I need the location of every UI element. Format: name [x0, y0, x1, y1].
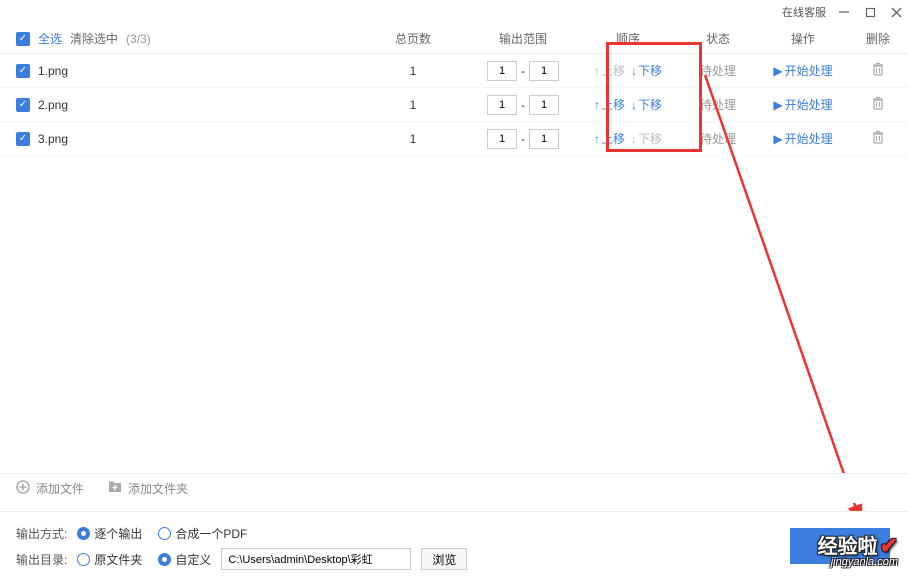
add-file-button[interactable]: 添加文件 — [16, 480, 84, 497]
move-down-button[interactable]: 下移 — [631, 96, 662, 113]
del-cell — [848, 96, 908, 113]
start-button[interactable]: ▶开始处理 — [773, 130, 832, 147]
status-value: 待处理 — [678, 130, 758, 147]
arrow-up-icon — [594, 98, 600, 112]
table-row: 2.png 1-上移下移待处理 ▶开始处理 — [0, 88, 908, 122]
dir-custom-label: 自定义 — [175, 551, 211, 568]
row-checkbox[interactable] — [16, 98, 30, 112]
file-name: 1.png — [38, 64, 68, 78]
range-cell: - — [468, 129, 578, 149]
mode-merge-radio[interactable]: 合成一个PDF — [158, 525, 247, 542]
col-status: 状态 — [678, 30, 758, 47]
status-value: 待处理 — [678, 62, 758, 79]
dir-original-label: 原文件夹 — [94, 551, 142, 568]
settings-panel: 输出方式: 逐个输出 合成一个PDF 输出目录: 原文件夹 自定义 浏览 — [0, 511, 908, 578]
file-list: 1.png1-上移下移待处理▶开始处理2.png1-上移下移待处理▶开始处理3.… — [0, 54, 908, 156]
output-mode-label: 输出方式: — [16, 525, 67, 542]
del-cell — [848, 130, 908, 147]
order-cell: 上移下移 — [578, 62, 678, 79]
file-name: 2.png — [38, 98, 68, 112]
order-cell: 上移下移 — [578, 130, 678, 147]
col-del: 删除 — [848, 30, 908, 47]
radio-unchecked-icon — [158, 527, 171, 540]
table-row: 3.png 1-上移下移待处理 ▶开始处理 — [0, 122, 908, 156]
play-icon: ▶ — [773, 64, 782, 78]
move-up-button: 上移 — [594, 62, 625, 79]
col-range: 输出范围 — [468, 30, 578, 47]
arrow-down-icon — [631, 98, 637, 112]
dir-original-radio[interactable]: 原文件夹 — [77, 551, 142, 568]
output-mode-group: 逐个输出 合成一个PDF — [77, 525, 247, 542]
range-from-input[interactable] — [487, 95, 517, 115]
selection-count: (3/3) — [126, 32, 151, 46]
file-name: 3.png — [38, 132, 68, 146]
dir-custom-radio[interactable]: 自定义 — [158, 551, 211, 568]
pages-value: 1 — [358, 98, 468, 112]
folder-plus-icon — [108, 480, 122, 497]
path-input[interactable] — [221, 548, 411, 570]
range-to-input[interactable] — [529, 95, 559, 115]
arrow-down-icon — [631, 132, 637, 146]
arrow-up-icon — [594, 64, 600, 78]
arrow-up-icon — [594, 132, 600, 146]
op-cell: ▶开始处理 — [758, 130, 848, 147]
range-to-input[interactable] — [529, 61, 559, 81]
col-pages: 总页数 — [358, 30, 468, 47]
play-icon: ▶ — [773, 98, 782, 112]
online-service-link[interactable]: 在线客服 — [782, 4, 826, 20]
op-cell: ▶开始处理 — [758, 62, 848, 79]
range-from-input[interactable] — [487, 129, 517, 149]
close-button[interactable] — [888, 4, 904, 20]
add-folder-label: 添加文件夹 — [128, 480, 188, 497]
range-from-input[interactable] — [487, 61, 517, 81]
play-icon: ▶ — [773, 132, 782, 146]
col-order: 顺序 — [578, 30, 678, 47]
move-down-button: 下移 — [631, 130, 662, 147]
output-dir-label: 输出目录: — [16, 551, 67, 568]
pages-value: 1 — [358, 132, 468, 146]
row-checkbox[interactable] — [16, 64, 30, 78]
output-dir-group: 原文件夹 自定义 — [77, 551, 211, 568]
delete-button[interactable] — [871, 62, 885, 76]
range-cell: - — [468, 95, 578, 115]
arrow-down-icon — [631, 64, 637, 78]
clear-selection-label[interactable]: 清除选中 — [70, 30, 118, 47]
select-all-checkbox[interactable] — [16, 32, 30, 46]
pages-value: 1 — [358, 64, 468, 78]
add-folder-button[interactable]: 添加文件夹 — [108, 480, 188, 497]
radio-checked-icon — [158, 553, 171, 566]
move-down-button[interactable]: 下移 — [631, 62, 662, 79]
minimize-button[interactable] — [836, 4, 852, 20]
row-checkbox[interactable] — [16, 132, 30, 146]
mode-each-label: 逐个输出 — [94, 525, 142, 542]
browse-button[interactable]: 浏览 — [421, 548, 467, 570]
col-op: 操作 — [758, 30, 848, 47]
select-all-label[interactable]: 全选 — [38, 30, 62, 47]
move-up-button[interactable]: 上移 — [594, 96, 625, 113]
table-row: 1.png 1-上移下移待处理 ▶开始处理 — [0, 54, 908, 88]
move-up-button[interactable]: 上移 — [594, 130, 625, 147]
status-value: 待处理 — [678, 96, 758, 113]
maximize-button[interactable] — [862, 4, 878, 20]
delete-button[interactable] — [871, 96, 885, 110]
range-to-input[interactable] — [529, 129, 559, 149]
primary-action-button[interactable] — [790, 528, 890, 564]
op-cell: ▶开始处理 — [758, 96, 848, 113]
radio-unchecked-icon — [77, 553, 90, 566]
mode-each-radio[interactable]: 逐个输出 — [77, 525, 142, 542]
start-button[interactable]: ▶开始处理 — [773, 62, 832, 79]
order-cell: 上移下移 — [578, 96, 678, 113]
start-button[interactable]: ▶开始处理 — [773, 96, 832, 113]
range-cell: - — [468, 61, 578, 81]
plus-circle-icon — [16, 480, 30, 497]
delete-button[interactable] — [871, 130, 885, 144]
table-header: 全选 清除选中 (3/3) 总页数 输出范围 顺序 状态 操作 删除 — [0, 24, 908, 54]
add-bar: 添加文件 添加文件夹 — [0, 473, 908, 503]
titlebar: 在线客服 — [0, 0, 908, 24]
radio-checked-icon — [77, 527, 90, 540]
del-cell — [848, 62, 908, 79]
mode-merge-label: 合成一个PDF — [175, 525, 247, 542]
add-file-label: 添加文件 — [36, 480, 84, 497]
